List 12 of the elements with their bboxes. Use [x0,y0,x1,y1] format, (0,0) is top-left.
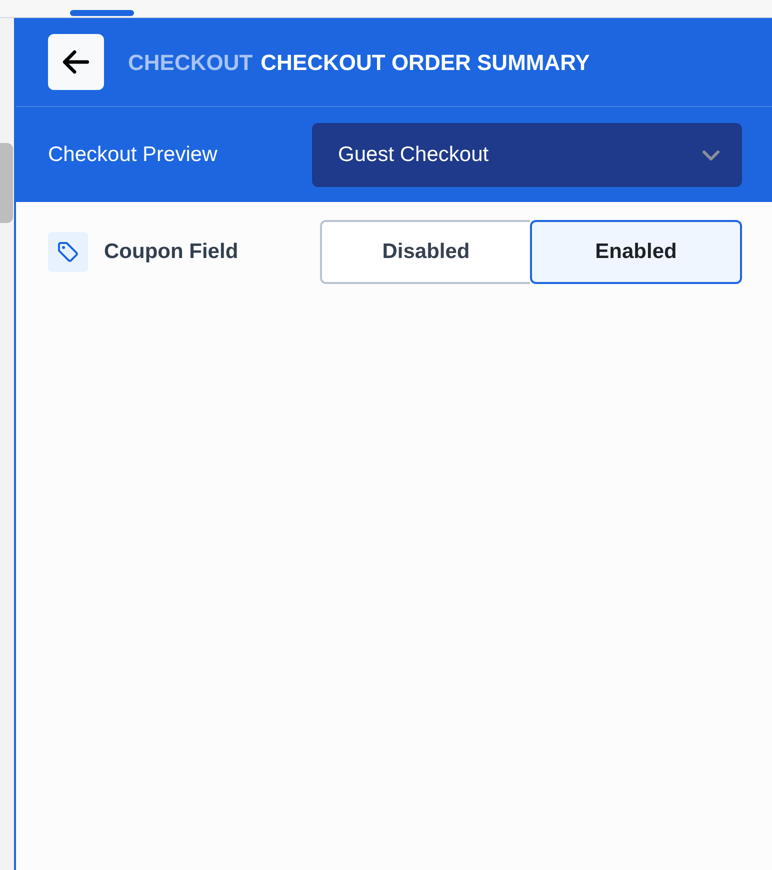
segment-option[interactable]: Disabled [320,220,530,284]
setting-label: Coupon Field [104,239,238,266]
scrollbar-thumb[interactable] [0,143,13,223]
checkout-preview-select[interactable]: Guest Checkout [312,123,742,187]
preview-label: Checkout Preview [48,142,218,168]
tag-icon [48,232,88,272]
segment-option[interactable]: Enabled [530,220,742,284]
title-prefix: CHECKOUT [128,48,253,76]
back-button[interactable] [48,34,104,90]
tab-indicator [70,10,134,16]
page-title: CHECKOUT ORDER SUMMARY [260,48,590,76]
chevron-down-icon [702,150,720,160]
